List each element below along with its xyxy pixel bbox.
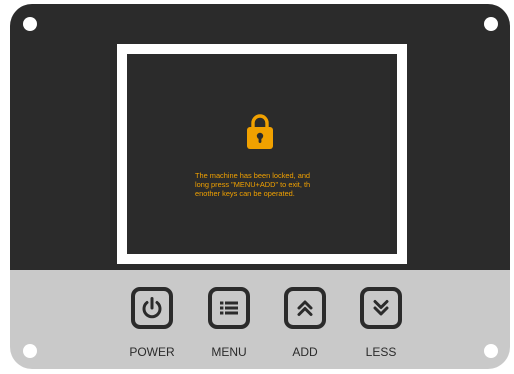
lock-message: The machine has been locked, and long pr… xyxy=(195,171,385,198)
lock-message-line: enother keys can be operated. xyxy=(195,189,295,198)
screw-bottom-right xyxy=(484,344,498,358)
power-button[interactable] xyxy=(131,287,173,329)
lock-message-line: long press "MENU+ADD" to exit, th xyxy=(195,180,311,189)
menu-icon xyxy=(220,301,238,315)
power-icon xyxy=(142,297,162,319)
less-label: LESS xyxy=(365,345,397,359)
lock-message-line: The machine has been locked, and xyxy=(195,171,311,180)
chevron-up-icon xyxy=(297,300,313,316)
screw-bottom-left xyxy=(23,344,37,358)
menu-label: MENU xyxy=(211,345,247,359)
padlock-icon xyxy=(247,114,273,149)
screen-frame: The machine has been locked, and long pr… xyxy=(117,44,407,264)
add-label: ADD xyxy=(292,345,318,359)
screw-top-right xyxy=(484,17,498,31)
lcd-screen: The machine has been locked, and long pr… xyxy=(127,54,397,254)
less-button[interactable] xyxy=(360,287,402,329)
control-panel: The machine has been locked, and long pr… xyxy=(10,4,510,369)
screw-top-left xyxy=(23,17,37,31)
chevron-down-icon xyxy=(373,300,389,316)
menu-button[interactable] xyxy=(208,287,250,329)
power-label: POWER xyxy=(129,345,175,359)
add-button[interactable] xyxy=(284,287,326,329)
